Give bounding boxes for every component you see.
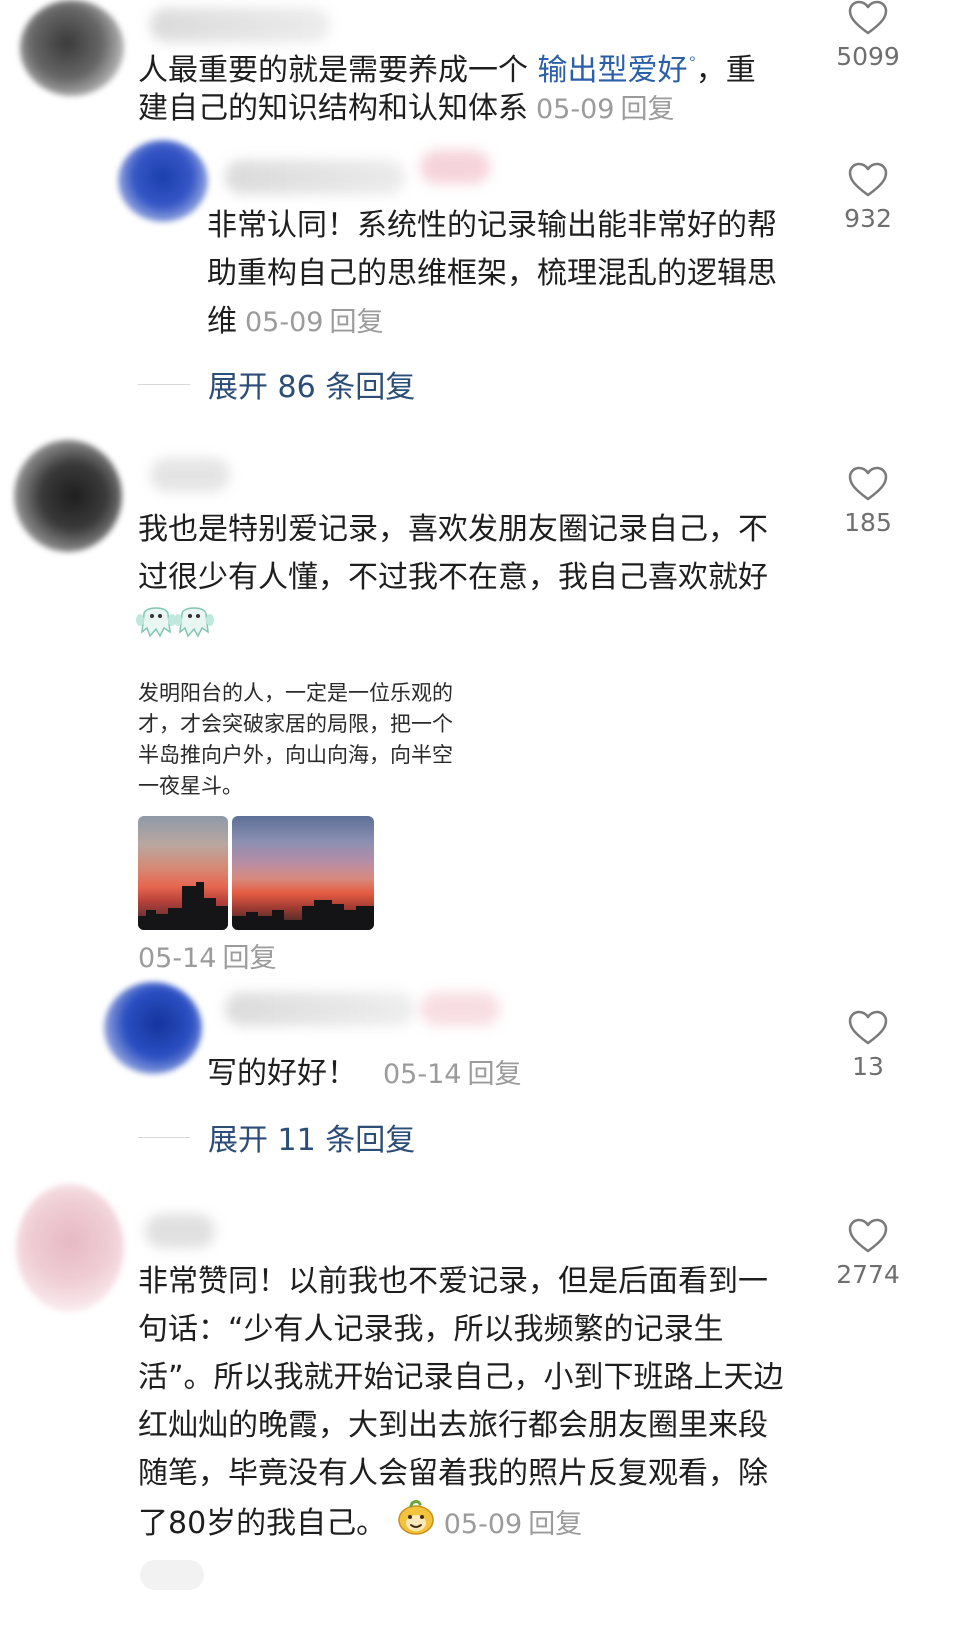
comment-meta-row: 05-14 回复 — [130, 934, 276, 983]
username-blurred[interactable] — [150, 458, 230, 492]
avatar[interactable] — [14, 440, 122, 552]
username-blurred[interactable] — [225, 992, 415, 1026]
like-count: 185 — [844, 508, 892, 537]
quote-line: 才，才会突破家居的局限，把一个 — [138, 712, 453, 736]
comment-date: 05-14 — [383, 1059, 462, 1090]
like-button[interactable]: 5099 — [828, 0, 908, 72]
like-button[interactable]: 13 — [828, 1010, 908, 1082]
like-count: 5099 — [836, 42, 900, 71]
comment-meta: 05-09 回复 — [444, 1509, 582, 1540]
comment-text: 建自己的知识结构和认知体系 05-09 回复 — [138, 91, 675, 126]
username-blurred[interactable] — [225, 160, 405, 194]
heart-outline-icon — [848, 1010, 888, 1045]
comment-text: 活”。所以我就开始记录自己，小到下班路上天边 — [138, 1360, 784, 1395]
comment-text: 过很少有人懂，不过我不在意，我自己喜欢就好 — [138, 560, 768, 595]
quote-line: 一夜星斗。 — [138, 774, 243, 798]
heart-outline-icon — [848, 0, 888, 35]
comment-meta: 05-09 回复 — [245, 307, 383, 338]
like-button[interactable]: 932 — [828, 162, 908, 234]
reply-button[interactable]: 回复 — [222, 943, 276, 974]
reply-text: 助重构自己的思维框架，梳理混乱的逻辑思 — [207, 256, 777, 291]
divider — [138, 1136, 190, 1138]
expand-replies-button[interactable]: 展开 11 条回复 — [138, 1115, 415, 1159]
user-badge-blurred — [420, 150, 490, 184]
like-button[interactable]: 185 — [828, 466, 908, 538]
city-skyline — [232, 900, 374, 930]
username-blurred[interactable] — [145, 1214, 215, 1248]
like-count: 13 — [852, 1052, 884, 1081]
attached-photo[interactable] — [138, 816, 228, 930]
reply-text: 非常认同！系统性的记录输出能非常好的帮 — [207, 208, 777, 243]
comment-text: 我也是特别爱记录，喜欢发朋友圈记录自己，不 — [138, 512, 768, 547]
avatar[interactable] — [104, 982, 202, 1074]
comment-text: 句话：“少有人记录我，所以我频繁的记录生 — [138, 1312, 724, 1347]
reply-button[interactable]: 回复 — [528, 1509, 582, 1540]
like-button[interactable]: 2774 — [828, 1218, 908, 1290]
reply-text: 维 05-09 回复 — [207, 304, 384, 339]
avatar[interactable] — [16, 1184, 124, 1312]
quote-line: 发明阳台的人，一定是一位乐观的 — [138, 681, 453, 705]
attached-photo[interactable] — [232, 816, 374, 930]
heart-outline-icon — [848, 466, 888, 501]
comment-date: 05-14 — [138, 943, 217, 974]
comment-date: 05-09 — [245, 307, 324, 338]
reply-button[interactable]: 回复 — [620, 94, 674, 125]
avatar[interactable] — [118, 140, 208, 222]
quote-line: 半岛推向户外，向山向海，向半空 — [138, 743, 453, 767]
heart-outline-icon — [848, 1218, 888, 1253]
expand-replies-button[interactable]: 展开 86 条回复 — [138, 362, 415, 406]
comment-text: 了80岁的我自己。 05-09 回复 — [138, 1498, 582, 1551]
divider — [138, 383, 190, 385]
comment-date: 05-09 — [536, 94, 615, 125]
smiling-face-emoji-icon — [396, 1498, 436, 1551]
comment-meta: 05-09 回复 — [536, 94, 674, 125]
comment-meta: 05-14 回复 — [383, 1059, 521, 1090]
heart-outline-icon — [848, 162, 888, 197]
city-skyline — [138, 882, 228, 930]
like-count: 932 — [844, 204, 892, 233]
keyword-link[interactable]: 输出型爱好 ᵒ — [538, 52, 696, 88]
attached-screenshot-text[interactable]: 发明阳台的人，一定是一位乐观的 才，才会突破家居的局限，把一个 半岛推向户外，向… — [138, 678, 488, 802]
avatar[interactable] — [20, 0, 124, 96]
comment-text: 随笔，毕竟没有人会留着我的照片反复观看，除 — [138, 1456, 768, 1491]
reply-button[interactable]: 回复 — [467, 1059, 521, 1090]
comment-meta: 05-14 回复 — [138, 943, 276, 974]
user-badge-blurred — [420, 992, 500, 1026]
reply-button[interactable]: 回复 — [329, 307, 383, 338]
comment-date: 05-09 — [443, 1509, 523, 1540]
like-count: 2774 — [836, 1260, 900, 1289]
cut-off-button[interactable] — [140, 1560, 204, 1590]
reply-text: 写的好好！ 05-14 回复 — [207, 1056, 522, 1091]
comment-text: 红灿灿的晚霞，大到出去旅行都会朋友圈里来段 — [138, 1408, 768, 1443]
comment-text: 非常赞同！以前我也不爱记录，但是后面看到一 — [138, 1264, 768, 1299]
ghost-emoji-icon — [136, 602, 216, 646]
